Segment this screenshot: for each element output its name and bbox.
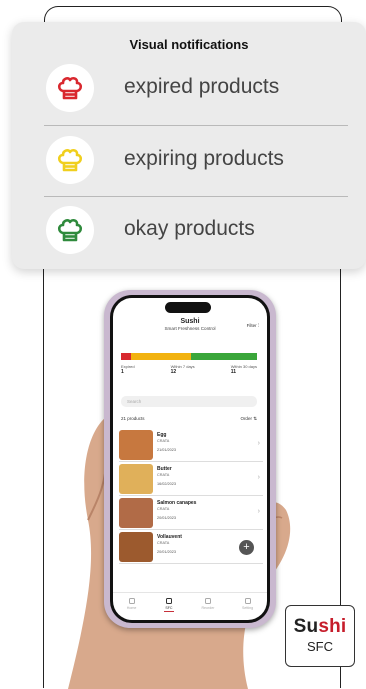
add-product-button[interactable]: + [239,540,254,555]
clipboard-icon [204,598,211,604]
chevron-right-icon: › [257,474,260,481]
notification-label-expired: expired products [124,75,280,98]
product-count: 21 products [121,416,145,421]
legend-within-7: Within 7 days 12 [170,364,195,375]
chef-hat-icon [165,598,172,604]
sushi-sfc-logo: Sushi SFC [285,605,355,667]
visual-notifications-card: Visual notifications expired products ex… [12,22,366,269]
dynamic-island [165,302,211,313]
product-thumbnail [119,498,153,528]
product-row[interactable]: Egg CRATA 21/01/2023 › [119,428,263,462]
gear-icon [244,598,251,604]
product-row[interactable]: Butter CRATA 16/02/2023 › [119,462,263,496]
nav-home[interactable]: Home [127,598,136,620]
okay-chef-hat-icon [46,206,94,254]
filter-icon: ⫶ [257,323,259,328]
divider [44,125,348,126]
home-icon [128,598,135,604]
app-subtitle: Smart Freshness Control [164,326,216,331]
notification-expiring: expiring products [44,130,364,190]
product-count-row: 21 products Order ⇅ [121,416,257,421]
legend-expired: Expired 1 [121,364,135,375]
app-screen: Sushi Smart Freshness Control Filter ⫶ E… [113,298,267,620]
chevron-right-icon: › [257,440,260,447]
nav-setting[interactable]: Setting [242,598,253,620]
order-button[interactable]: Order ⇅ [240,416,257,422]
phone-bezel: Sushi Smart Freshness Control Filter ⫶ E… [110,295,270,623]
expiring-chef-hat-icon [46,136,94,184]
notification-label-okay: okay products [124,217,255,240]
status-segment-okay [191,353,257,360]
expired-chef-hat-icon [46,64,94,112]
legend-within-30: Within 30 days 11 [230,364,257,375]
status-segment-expired [121,353,131,360]
product-thumbnail [119,464,153,494]
bottom-navigation: Home SFC Reorder Setting [113,592,267,620]
logo-subtitle: SFC [307,639,333,654]
product-thumbnail [119,430,153,460]
product-thumbnail [119,532,153,562]
notifications-title: Visual notifications [129,37,249,52]
status-segment-expiring [131,353,191,360]
freshness-status-bar [121,353,257,360]
product-row[interactable]: Salmon canapes CRATA 20/01/2023 › [119,496,263,530]
notification-okay: okay products [44,200,364,260]
notification-expired: expired products [44,58,364,118]
divider [44,196,348,197]
chevron-right-icon: › [257,508,260,515]
background-frame-left [43,268,45,688]
sort-icon: ⇅ [253,416,257,421]
nav-reorder[interactable]: Reorder [201,598,214,620]
active-tab-indicator [163,611,174,612]
notification-label-expiring: expiring products [124,147,284,170]
logo-wordmark: Sushi [293,616,347,637]
filter-button[interactable]: Filter ⫶ [247,323,259,328]
search-input[interactable]: Search [121,396,257,407]
smartphone: Sushi Smart Freshness Control Filter ⫶ E… [104,290,276,628]
screenshot-stage: Visual notifications expired products ex… [0,0,366,689]
nav-sfc[interactable]: SFC [163,598,174,620]
status-legend: Expired 1 Within 7 days 12 Within 30 days 1… [121,364,257,375]
app-brand: Sushi [180,318,200,325]
